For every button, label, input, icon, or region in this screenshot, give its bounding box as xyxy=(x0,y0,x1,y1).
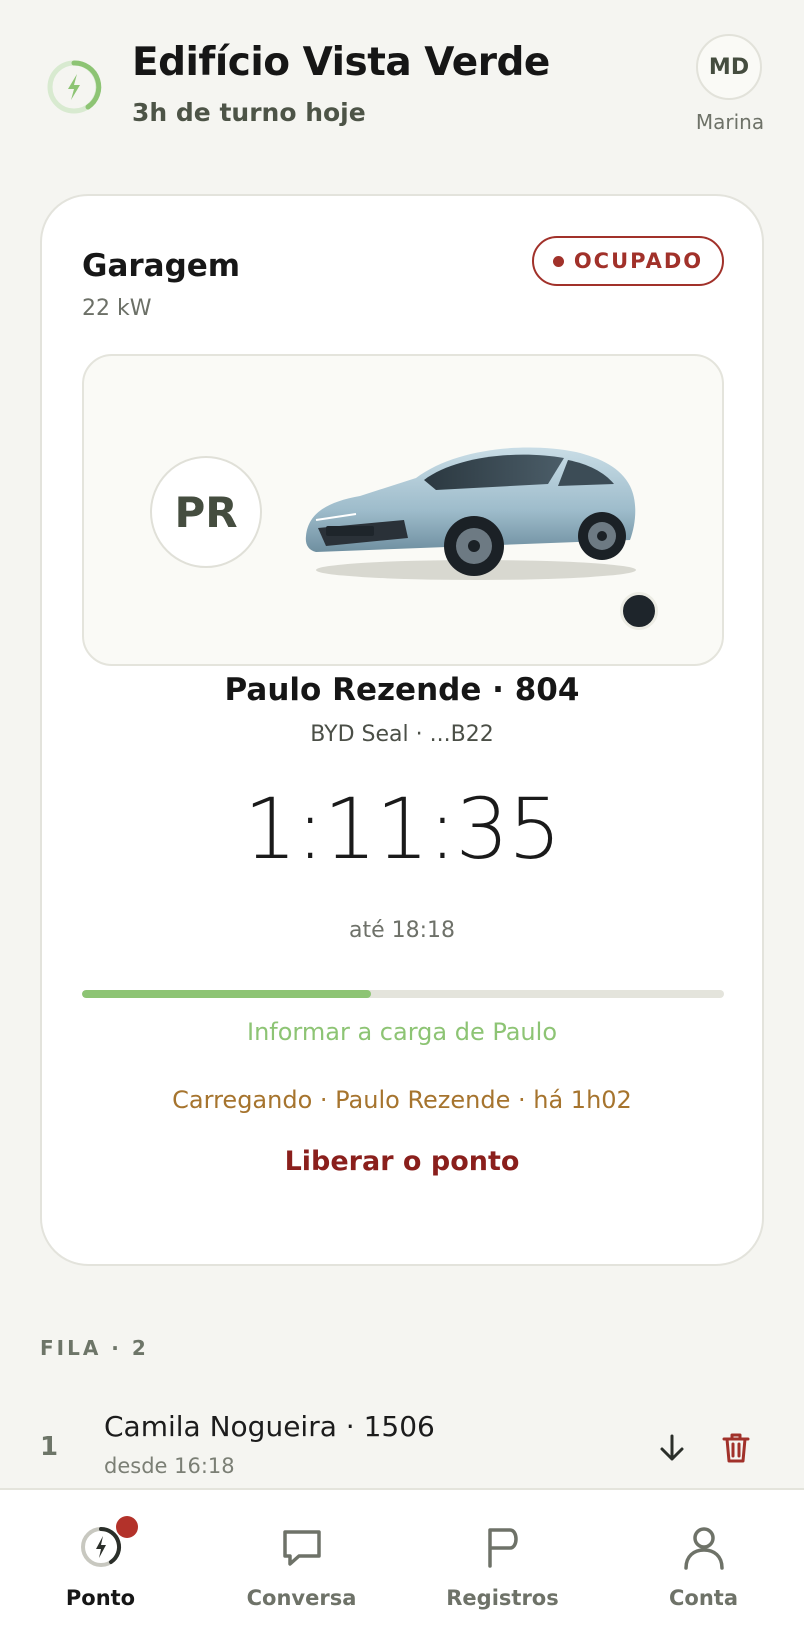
status-badge: OCUPADO xyxy=(532,236,724,286)
vehicle-model: BYD Seal · ...B22 xyxy=(310,722,494,747)
notification-dot xyxy=(116,1516,138,1538)
charger-logo-icon xyxy=(47,60,102,114)
nav-item-registros[interactable]: Registros xyxy=(402,1490,603,1640)
person-icon xyxy=(684,1527,724,1570)
user-name: Marina xyxy=(695,110,765,134)
remove-from-queue-button[interactable] xyxy=(714,1426,758,1470)
user-avatar[interactable]: MD xyxy=(696,34,762,100)
charging-activity: Carregando · Paulo Rezende · há 1h02 xyxy=(172,1086,632,1114)
nav-label: Conversa xyxy=(246,1586,357,1610)
nav-item-conversa[interactable]: Conversa xyxy=(201,1490,402,1640)
status-dot-icon xyxy=(552,255,564,267)
charger-name: Garagem xyxy=(82,248,241,284)
app-header: Edifício Vista Verde 3h de turno hoje MD… xyxy=(0,0,804,170)
chat-icon xyxy=(283,1530,321,1566)
queue-position: 1 xyxy=(40,1432,59,1462)
queue-heading: FILA · 2 xyxy=(40,1336,149,1360)
vehicle-color-swatch xyxy=(620,592,658,630)
bottom-nav: Ponto Conversa Registros Conta xyxy=(0,1488,804,1640)
status-label: OCUPADO xyxy=(573,249,704,273)
shift-summary: 3h de turno hoje xyxy=(132,98,366,127)
inform-charge-link[interactable]: Informar a carga de Paulo xyxy=(42,1018,762,1046)
nav-item-ponto[interactable]: Ponto xyxy=(0,1490,201,1640)
queue-resident: Camila Nogueira · 1506 xyxy=(104,1410,435,1443)
vehicle-panel: PR xyxy=(82,354,724,666)
charger-power: 22 kW xyxy=(82,296,152,321)
move-down-button[interactable] xyxy=(650,1426,694,1470)
charger-card: Garagem 22 kW OCUPADO PR Paulo Rezende ·… xyxy=(40,194,764,1266)
trash-icon xyxy=(722,1433,750,1463)
charge-progress-fill xyxy=(82,990,371,998)
nav-label: Ponto xyxy=(65,1586,136,1610)
page-title: Edifício Vista Verde xyxy=(132,40,550,85)
nav-label: Conta xyxy=(669,1586,738,1610)
release-charger-link[interactable]: Liberar o ponto xyxy=(42,1146,762,1177)
nav-item-conta[interactable]: Conta xyxy=(603,1490,804,1640)
elapsed-timer: 1:11:35 xyxy=(243,780,562,878)
queue-since: desde 16:18 xyxy=(104,1454,235,1478)
queue-item: 1 Camila Nogueira · 1506 desde 16:18 xyxy=(0,1410,804,1490)
flag-icon xyxy=(488,1528,518,1568)
driver-name: Paulo Rezende · 804 xyxy=(224,672,580,708)
driver-avatar: PR xyxy=(150,456,262,568)
charge-progress-bar xyxy=(82,990,724,998)
end-time: até 18:18 xyxy=(348,918,456,943)
arrow-down-icon xyxy=(660,1434,684,1461)
car-image xyxy=(305,447,636,580)
nav-label: Registros xyxy=(446,1586,559,1610)
